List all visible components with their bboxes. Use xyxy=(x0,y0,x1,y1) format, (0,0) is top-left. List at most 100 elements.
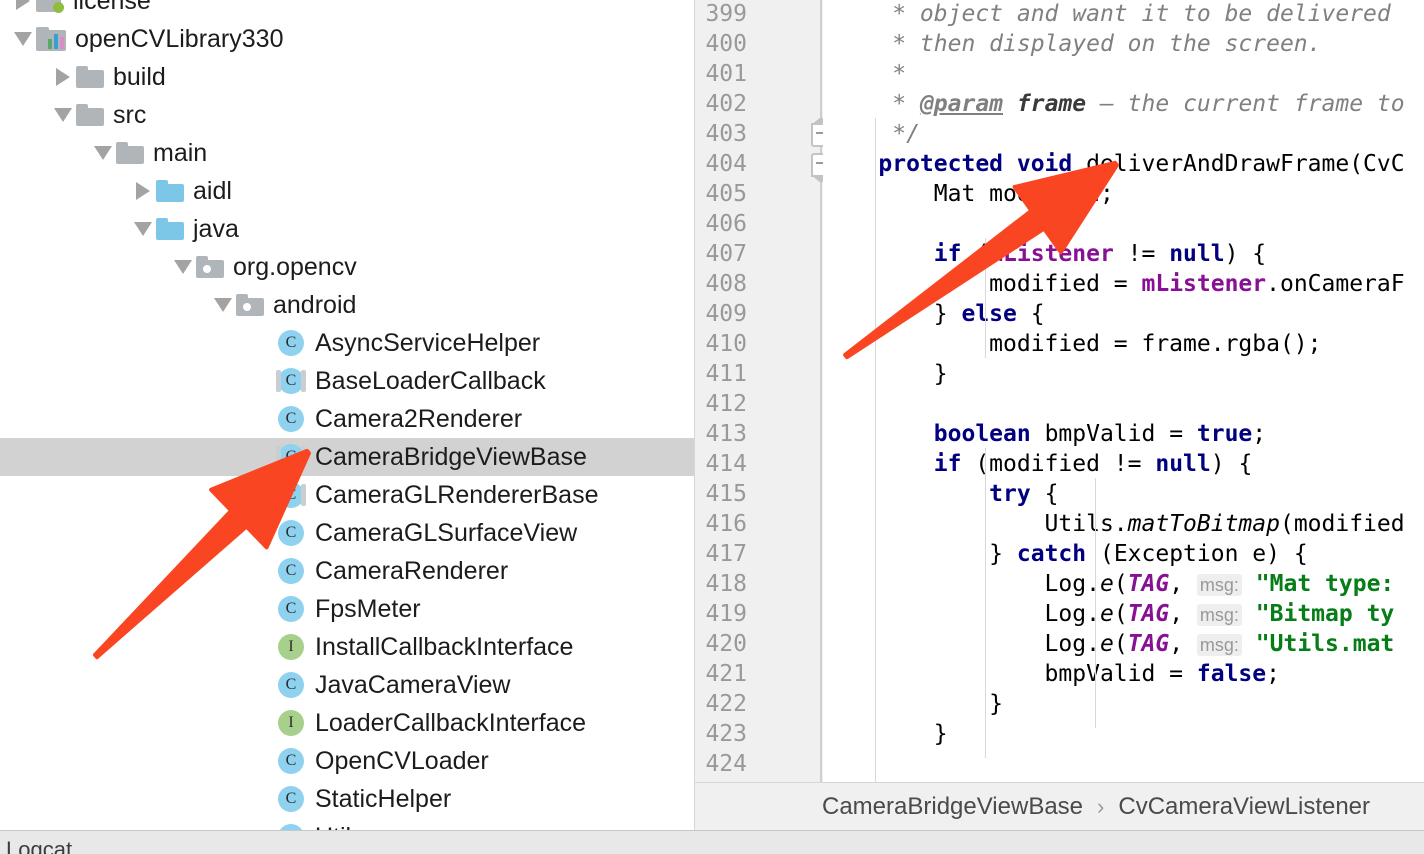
tree-row-cameraglsurfaceview[interactable]: C CameraGLSurfaceView xyxy=(0,514,695,552)
code-line[interactable]: } xyxy=(823,719,948,749)
tree-row-camera2renderer[interactable]: C Camera2Renderer xyxy=(0,400,695,438)
breadcrumb-item[interactable]: CvCameraViewListener xyxy=(1116,793,1372,821)
chevron-down-icon[interactable] xyxy=(130,210,156,248)
tree-row-cameraglrendererbase[interactable]: C CameraGLRendererBase xyxy=(0,476,695,514)
code-line[interactable]: Log.e(TAG, msg: "Mat type: xyxy=(823,569,1395,599)
tree-row-installcallbackinterface[interactable]: I InstallCallbackInterface xyxy=(0,628,695,666)
tree-row-build[interactable]: build xyxy=(0,58,695,96)
chevron-right-icon[interactable] xyxy=(10,0,36,20)
code-line[interactable]: bmpValid = false; xyxy=(823,659,1280,689)
project-tree-pane[interactable]: license openCVLibrary330 build src main aidl j… xyxy=(0,0,695,830)
code-line[interactable]: Mat modified; xyxy=(823,179,1114,209)
code-token: ( xyxy=(1113,571,1128,597)
code-token: * xyxy=(823,61,907,87)
breadcrumb-item[interactable]: CameraBridgeViewBase xyxy=(820,793,1085,821)
line-number: 400 xyxy=(705,31,747,57)
status-bar[interactable]: Logcat xyxy=(0,830,1424,854)
class-icon: C xyxy=(276,404,306,434)
line-number: 406 xyxy=(705,211,747,237)
code-line[interactable]: } xyxy=(823,689,1003,719)
code-line[interactable]: Utils.matToBitmap(modified xyxy=(823,509,1405,539)
editor-code-area[interactable]: * object and want it to be delivered * t… xyxy=(823,0,1424,782)
tree-row-label: license xyxy=(73,0,151,15)
tree-row-aidl[interactable]: aidl xyxy=(0,172,695,210)
class-icon: C xyxy=(276,556,306,586)
tree-row-src[interactable]: src xyxy=(0,96,695,134)
tree-row-label: src xyxy=(113,101,147,129)
code-token: frame xyxy=(1016,91,1087,117)
code-line[interactable]: Log.e(TAG, msg: "Bitmap ty xyxy=(823,599,1395,629)
code-line[interactable]: protected void deliverAndDrawFrame(CvC xyxy=(823,149,1404,179)
tree-row-opencvloader[interactable]: C OpenCVLoader xyxy=(0,742,695,780)
tree-row-javacameraview[interactable]: C JavaCameraView xyxy=(0,666,695,704)
chevron-right-icon[interactable] xyxy=(130,172,156,210)
tree-row-loadercallbackinterface[interactable]: I LoaderCallbackInterface xyxy=(0,704,695,742)
code-token: Utils. xyxy=(823,511,1128,537)
code-line[interactable]: modified = mListener.onCameraF xyxy=(823,269,1404,299)
chevron-right-icon[interactable] xyxy=(50,58,76,96)
class-icon: C xyxy=(276,518,306,548)
editor-line-number-gutter[interactable]: 399 400 401 402 403 404 405 406 407 408 409 410 411 4… xyxy=(695,0,824,782)
tree-twisty-placeholder xyxy=(250,400,276,438)
chevron-down-icon[interactable] xyxy=(10,20,36,58)
code-line[interactable]: * @param frame – the current frame to xyxy=(823,89,1404,119)
tree-row-baseloadercallback[interactable]: C BaseLoaderCallback xyxy=(0,362,695,400)
tree-row-statichelper[interactable]: C StaticHelper xyxy=(0,780,695,818)
ide-window: license openCVLibrary330 build src main aidl j… xyxy=(0,0,1424,854)
code-line[interactable]: * xyxy=(823,59,906,89)
code-line[interactable]: if (modified != null) { xyxy=(823,449,1253,479)
code-editor-pane[interactable]: 399 400 401 402 403 404 405 406 407 408 409 410 411 4… xyxy=(695,0,1424,830)
tree-row-opencvlibrary330[interactable]: openCVLibrary330 xyxy=(0,20,695,58)
line-number: 401 xyxy=(705,61,747,87)
logcat-tab-label[interactable]: Logcat xyxy=(6,837,72,854)
code-line[interactable]: Log.e(TAG, msg: "Utils.mat xyxy=(823,629,1395,659)
tree-row-java[interactable]: java xyxy=(0,210,695,248)
line-number: 418 xyxy=(705,571,747,597)
tree-row-label: FpsMeter xyxy=(315,595,421,623)
code-token: if xyxy=(933,451,962,477)
tree-row-camerabridgeviewbase[interactable]: C CameraBridgeViewBase xyxy=(0,438,695,476)
tree-row-fpsmeter[interactable]: C FpsMeter xyxy=(0,590,695,628)
code-token: */ xyxy=(823,121,920,147)
tree-row-label: openCVLibrary330 xyxy=(75,25,284,53)
code-token: modified = xyxy=(823,271,1142,297)
code-line[interactable]: } else { xyxy=(823,299,1045,329)
code-line[interactable]: if (mListener != null) { xyxy=(823,239,1266,269)
tree-row-asyncservicehelper[interactable]: C AsyncServiceHelper xyxy=(0,324,695,362)
file-with-badge-icon xyxy=(36,0,64,13)
code-line[interactable]: * object and want it to be delivered xyxy=(823,0,1391,29)
code-token: { xyxy=(1016,301,1045,327)
tree-row-android[interactable]: android xyxy=(0,286,695,324)
tree-twisty-placeholder xyxy=(250,666,276,704)
code-line[interactable]: */ xyxy=(823,119,920,149)
code-token: false xyxy=(1196,661,1267,687)
tree-row-license[interactable]: license xyxy=(0,0,695,20)
tree-row-main[interactable]: main xyxy=(0,134,695,172)
code-line[interactable]: modified = frame.rgba(); xyxy=(823,329,1321,359)
tree-row-camerarenderer[interactable]: C CameraRenderer xyxy=(0,552,695,590)
tree-twisty-placeholder xyxy=(250,818,276,830)
code-token: } xyxy=(823,541,1017,567)
code-line[interactable]: boolean bmpValid = true; xyxy=(823,419,1266,449)
tree-row-org-opencv[interactable]: org.opencv xyxy=(0,248,695,286)
chevron-down-icon[interactable] xyxy=(170,248,196,286)
tree-row-label: StaticHelper xyxy=(315,785,452,813)
chevron-down-icon[interactable] xyxy=(90,134,116,172)
tree-row-utils[interactable]: C Utils xyxy=(0,818,695,830)
interface-icon: I xyxy=(276,632,306,662)
code-line[interactable]: try { xyxy=(823,479,1058,509)
code-line[interactable]: * then displayed on the screen. xyxy=(823,29,1321,59)
chevron-down-icon[interactable] xyxy=(50,96,76,134)
class-icon: C xyxy=(276,822,306,830)
code-line[interactable]: } xyxy=(823,359,948,389)
code-token: } xyxy=(823,691,1004,717)
chevron-down-icon[interactable] xyxy=(210,286,236,324)
line-number: 423 xyxy=(705,721,747,747)
tree-row-label: InstallCallbackInterface xyxy=(315,633,574,661)
tree-row-label: CameraGLRendererBase xyxy=(315,481,599,509)
code-line[interactable]: } catch (Exception e) { xyxy=(823,539,1308,569)
folder-blue-icon xyxy=(156,180,184,202)
breadcrumb[interactable]: CameraBridgeViewBase › CvCameraViewListene… xyxy=(695,782,1424,831)
